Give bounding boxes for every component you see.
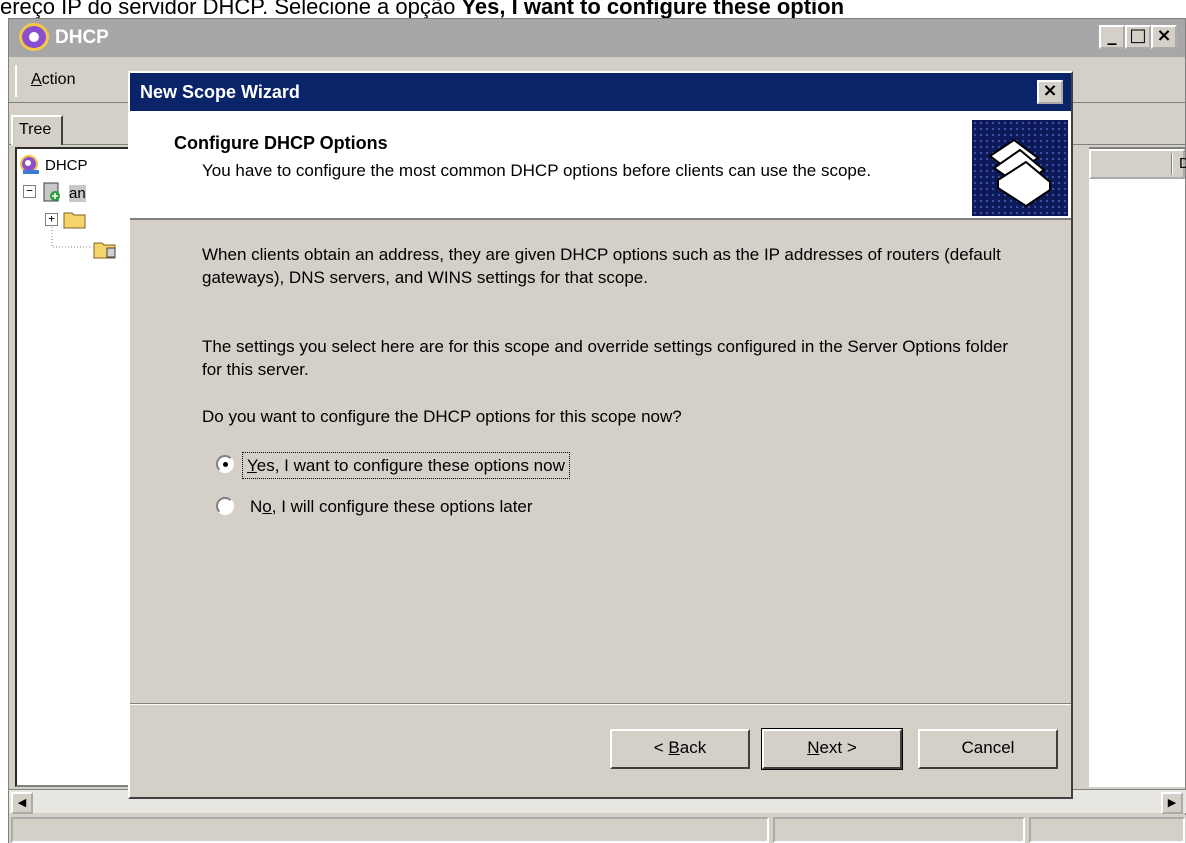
wizard-folders-icon <box>972 120 1068 216</box>
new-scope-wizard-dialog: New Scope Wizard × Configure DHCP Option… <box>128 71 1073 799</box>
option-no-label[interactable]: No, I will configure these options later <box>246 494 537 519</box>
override-paragraph: The settings you select here are for thi… <box>202 337 1009 379</box>
tab-tree[interactable]: Tree <box>11 115 63 145</box>
status-cell-right <box>1029 817 1185 843</box>
minimize-icon[interactable]: _ <box>1099 25 1125 49</box>
close-icon[interactable]: × <box>1037 80 1063 104</box>
caption-text: ereço IP do servidor DHCP. Selecione a o… <box>0 0 462 18</box>
console-title: DHCP <box>55 27 109 48</box>
server-icon <box>41 181 65 202</box>
dhcp-app-icon <box>19 23 49 51</box>
wizard-header: Configure DHCP Options You have to confi… <box>130 111 1071 220</box>
close-icon[interactable]: × <box>1151 25 1177 49</box>
column-header[interactable]: D <box>1089 149 1186 179</box>
console-tree-pane[interactable]: DHCP − an + <box>15 147 135 787</box>
option-yes-radio[interactable]: Yes, I want to configure these options n… <box>202 451 702 479</box>
back-mnemonic: B <box>668 738 680 757</box>
tree-connector-lines <box>51 227 92 248</box>
caption-bold-text: Yes, I want to configure these option <box>461 0 845 18</box>
collapse-icon[interactable]: − <box>23 185 36 198</box>
option-yes-mnemonic: Y <box>247 456 257 475</box>
back-button[interactable]: < Back <box>610 729 750 769</box>
scroll-left-icon[interactable]: ◀ <box>11 792 33 814</box>
cancel-button[interactable]: Cancel <box>918 729 1058 769</box>
dhcp-root-icon <box>19 155 43 175</box>
maximize-icon[interactable]: □ <box>1125 25 1151 49</box>
radio-selected-icon[interactable] <box>216 455 234 473</box>
tree-item-server[interactable]: an <box>69 185 86 202</box>
folder-icon <box>63 209 87 229</box>
back-prefix: < <box>653 738 669 757</box>
back-text: ack <box>679 738 707 757</box>
scroll-right-icon[interactable]: ▶ <box>1161 792 1183 814</box>
column-header-label: D <box>1179 155 1186 172</box>
next-button[interactable]: Next > <box>761 728 903 770</box>
question-text: Do you want to configure the DHCP option… <box>202 407 682 426</box>
option-no-mnemonic: o <box>262 497 272 516</box>
server-options-folder-icon <box>93 239 117 259</box>
wizard-title-bar: New Scope Wizard × <box>130 73 1071 111</box>
instruction-caption: ereço IP do servidor DHCP. Selecione a o… <box>0 0 1186 18</box>
description-paragraph: When clients obtain an address, they are… <box>202 245 1001 287</box>
wizard-title: New Scope Wizard <box>140 82 300 102</box>
option-no-radio[interactable]: No, I will configure these options later <box>202 493 702 521</box>
action-menu[interactable]: Action <box>15 65 125 97</box>
radio-unselected-icon[interactable] <box>216 497 234 515</box>
action-menu-mnemonic: A <box>31 71 42 88</box>
status-cell-main <box>11 817 769 843</box>
footer-divider <box>130 703 1071 705</box>
option-no-prefix: N <box>250 497 263 516</box>
wizard-page-title: Configure DHCP Options <box>174 133 388 153</box>
option-yes-text: es, I want to configure these options no… <box>256 456 565 475</box>
console-title-bar: DHCP _ □ × <box>9 19 1185 57</box>
next-mnemonic: N <box>807 738 820 757</box>
option-no-text: , I will configure these options later <box>271 497 533 516</box>
action-menu-label: ction <box>41 71 76 88</box>
wizard-page-subtitle: You have to configure the most common DH… <box>202 161 872 180</box>
status-bar <box>9 815 1186 843</box>
option-yes-label[interactable]: Yes, I want to configure these options n… <box>242 452 570 479</box>
column-separator <box>1171 153 1173 175</box>
tree-item-dhcp[interactable]: DHCP <box>45 157 88 174</box>
next-text: ext > <box>819 738 857 757</box>
expand-icon[interactable]: + <box>45 213 58 226</box>
status-cell-middle <box>773 817 1025 843</box>
console-details-pane[interactable]: D <box>1089 147 1186 787</box>
